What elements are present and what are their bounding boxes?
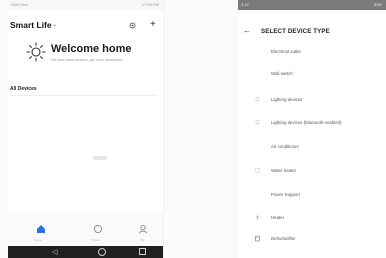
- select-device-screen: 3:12 83% ← SELECT DEVICE TYPE Electrical…: [238, 0, 386, 258]
- welcome-subtitle[interactable]: Set your home location, get more informa…: [51, 58, 133, 63]
- nav-label-home: Home: [34, 238, 43, 242]
- nav-label-smart: Smart: [92, 238, 101, 242]
- device-type-item[interactable]: Power Support: [271, 192, 300, 197]
- device-type-item[interactable]: Lighting devices (bluetooth enabled): [271, 120, 342, 125]
- heater-icon: [255, 168, 260, 173]
- status-left: 3:12: [241, 2, 249, 7]
- status-right: 17:04 PM: [141, 2, 159, 7]
- back-arrow-icon[interactable]: ←: [243, 27, 251, 35]
- nav-label-me: Me: [141, 238, 146, 242]
- home-circle-icon[interactable]: [98, 248, 106, 256]
- all-devices-tab[interactable]: All Devices: [10, 86, 37, 92]
- device-type-item[interactable]: Dehumidifier: [271, 236, 296, 241]
- bulb-icon: [255, 96, 260, 102]
- status-bar: SMS Nos 17:04 PM: [8, 0, 163, 10]
- bulb-icon: [255, 119, 260, 125]
- sun-icon: [26, 42, 46, 62]
- profile-icon[interactable]: [138, 224, 148, 234]
- device-type-item[interactable]: Wall switch: [271, 71, 293, 76]
- home-selector[interactable]: Smart Life: [10, 20, 52, 30]
- device-type-item[interactable]: Lighting devices: [271, 97, 303, 102]
- device-type-item[interactable]: Heater: [271, 215, 284, 220]
- status-right: 83%: [373, 2, 382, 7]
- page-title: SELECT DEVICE TYPE: [261, 28, 330, 35]
- device-type-item[interactable]: Air conditioner: [271, 144, 299, 149]
- dehumidifier-icon: [255, 235, 260, 242]
- device-type-item[interactable]: Electrical outlet: [271, 49, 301, 54]
- scene-icon[interactable]: [93, 224, 103, 234]
- welcome-title: Welcome home: [51, 43, 132, 55]
- status-bar: 3:12 83%: [238, 0, 386, 10]
- device-type-item[interactable]: Water heater: [271, 168, 296, 173]
- camera-icon[interactable]: [129, 22, 136, 29]
- empty-state-graphic: [93, 156, 107, 160]
- recent-apps-icon[interactable]: [139, 248, 146, 255]
- chevron-down-icon[interactable]: ⌄: [52, 21, 57, 28]
- status-left: SMS Nos: [11, 2, 28, 7]
- android-nav-bar: ◁: [8, 246, 163, 258]
- home-icon[interactable]: [36, 224, 46, 234]
- heater-icon: [256, 215, 259, 220]
- back-icon[interactable]: ◁: [52, 248, 57, 256]
- divider: [10, 95, 157, 96]
- home-screen: SMS Nos 17:04 PM Smart Life ⌄ + Welcome …: [8, 0, 164, 258]
- add-device-button[interactable]: +: [150, 20, 156, 30]
